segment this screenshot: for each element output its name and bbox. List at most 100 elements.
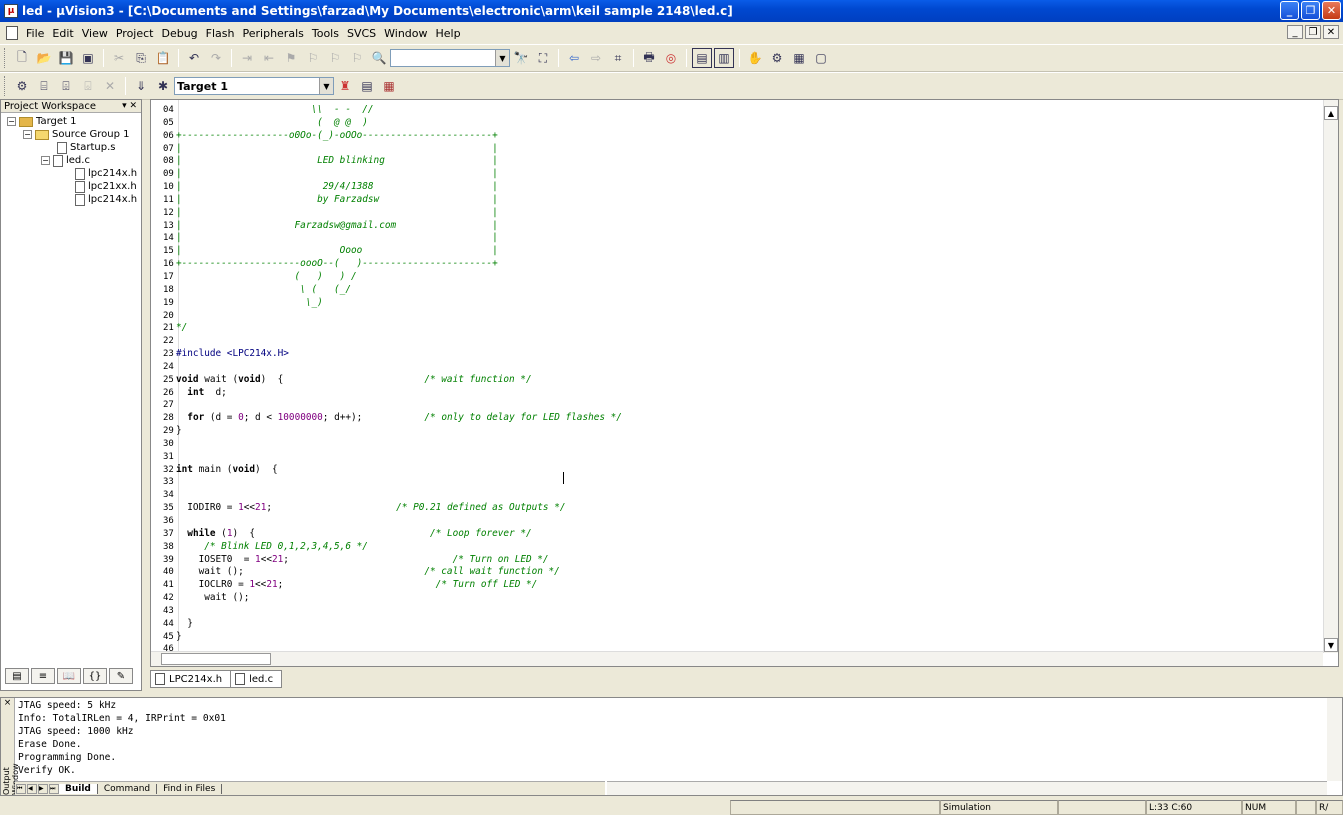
paste-icon[interactable]: 📋 (153, 48, 173, 68)
restore-button[interactable]: ❐ (1301, 1, 1320, 20)
tree-node-target[interactable]: − Target 1 (7, 115, 76, 128)
options-icon[interactable]: ✱ (153, 76, 173, 96)
tab-command[interactable]: Command (98, 783, 158, 794)
window-icon[interactable]: ▢ (811, 48, 831, 68)
tab-build[interactable]: Build (59, 783, 98, 794)
scroll-up-icon[interactable]: ▲ (1324, 106, 1338, 120)
prev-bookmark-icon[interactable]: ⚐ (303, 48, 323, 68)
next-tab-icon[interactable]: ▶ (38, 783, 48, 794)
rebuild-icon[interactable]: ⌹ (56, 76, 76, 96)
document-icon[interactable] (6, 26, 18, 40)
incremental-find-icon[interactable]: ⛶ (533, 48, 553, 68)
functions-tab-icon[interactable]: {} (83, 668, 107, 684)
templates-tab-icon[interactable]: ✎ (109, 668, 133, 684)
unindent-icon[interactable]: ⇤ (259, 48, 279, 68)
save-icon[interactable]: 💾 (56, 48, 76, 68)
workspace-toggle-icon[interactable]: ▤ (692, 48, 712, 68)
menu-view[interactable]: View (78, 27, 112, 40)
mdi-minimize-button[interactable]: _ (1287, 25, 1303, 39)
hand-icon[interactable]: ✋ (745, 48, 765, 68)
mdi-close-button[interactable]: ✕ (1323, 25, 1339, 39)
mdi-restore-button[interactable]: ❐ (1305, 25, 1321, 39)
tree-node-header[interactable]: lpc21xx.h (75, 180, 137, 193)
tree-node-header[interactable]: lpc214x.h (75, 193, 137, 206)
menu-window[interactable]: Window (380, 27, 431, 40)
tree-node-file[interactable]: Startup.s (57, 141, 116, 154)
stop-build-icon[interactable]: ✕ (100, 76, 120, 96)
find-icon[interactable]: 🔭 (511, 48, 531, 68)
output-vertical-scrollbar[interactable] (1327, 698, 1342, 781)
manage-icon[interactable]: ▦ (379, 76, 399, 96)
zoom-icon[interactable]: ◎ (661, 48, 681, 68)
menu-edit[interactable]: Edit (48, 27, 77, 40)
scroll-thumb[interactable] (161, 653, 271, 665)
output-horizontal-scrollbar[interactable] (607, 781, 1327, 795)
batch-build-icon[interactable]: ⌺ (78, 76, 98, 96)
line-text: | 29/4/1388 | (176, 181, 498, 193)
tree-node-file[interactable]: − led.c (41, 154, 90, 167)
close-icon[interactable]: ▾ ✕ (122, 101, 137, 111)
target-combo[interactable]: Target 1 ▼ (174, 77, 334, 95)
tree-node-source-group[interactable]: − Source Group 1 (23, 128, 130, 141)
bookmark-icon[interactable]: ⚑ (281, 48, 301, 68)
last-tab-icon[interactable]: ⏭ (49, 783, 59, 794)
back-icon[interactable]: ⇦ (564, 48, 584, 68)
find-combo[interactable]: ▼ (390, 49, 510, 67)
collapse-icon[interactable]: − (41, 156, 50, 165)
menu-tools[interactable]: Tools (308, 27, 343, 40)
scroll-down-icon[interactable]: ▼ (1324, 638, 1338, 652)
save-all-icon[interactable]: ▣ (78, 48, 98, 68)
next-bookmark-icon[interactable]: ⚐ (325, 48, 345, 68)
file-extensions-icon[interactable]: ▤ (357, 76, 377, 96)
line-number: 17 (163, 271, 174, 282)
cut-icon[interactable]: ✂ (109, 48, 129, 68)
vertical-scrollbar[interactable]: ▲ ▼ (1323, 100, 1338, 653)
chevron-down-icon[interactable]: ▼ (495, 50, 509, 66)
forward-icon[interactable]: ⇨ (586, 48, 606, 68)
find-in-files-icon[interactable]: 🔍 (369, 48, 389, 68)
print-icon[interactable]: 🖶 (639, 48, 659, 68)
regs-tab-icon[interactable]: ≡ (31, 668, 55, 684)
open-icon[interactable]: 📂 (34, 48, 54, 68)
tab-lpc214x-h[interactable]: LPC214x.h (150, 670, 232, 688)
redo-icon[interactable]: ↷ (206, 48, 226, 68)
output-toggle-icon[interactable]: ▥ (714, 48, 734, 68)
first-tab-icon[interactable]: ⏮ (16, 783, 26, 794)
chevron-down-icon[interactable]: ▼ (319, 78, 333, 94)
menu-svcs[interactable]: SVCS (343, 27, 380, 40)
menu-file[interactable]: File (22, 27, 48, 40)
files-tab-icon[interactable]: ▤ (5, 668, 29, 684)
uvision-icon[interactable]: µ (4, 4, 18, 18)
code-editor[interactable]: 04 \\ - - //05 ( @ @ ) 06 +---------------… (150, 99, 1339, 667)
toolbar-grip[interactable] (4, 48, 7, 68)
new-file-icon[interactable]: 🗋 (12, 48, 32, 68)
indent-icon[interactable]: ⇥ (237, 48, 257, 68)
clear-bookmarks-icon[interactable]: ⚐ (347, 48, 367, 68)
menu-flash[interactable]: Flash (202, 27, 239, 40)
build-icon[interactable]: ⌸ (34, 76, 54, 96)
horizontal-scrollbar[interactable] (151, 651, 1323, 666)
tab-led-c[interactable]: led.c (231, 670, 283, 688)
menu-debug[interactable]: Debug (157, 27, 201, 40)
close-icon[interactable]: × (1, 698, 14, 708)
books-tab-icon[interactable]: 📖 (57, 668, 81, 684)
copy-icon[interactable]: ⎘ (131, 48, 151, 68)
debug-session-icon[interactable]: ⌗ (608, 48, 628, 68)
undo-icon[interactable]: ↶ (184, 48, 204, 68)
components-icon[interactable]: ♜ (335, 76, 355, 96)
prev-tab-icon[interactable]: ◀ (27, 783, 37, 794)
menu-project[interactable]: Project (112, 27, 158, 40)
source-browser-icon[interactable]: ▦ (789, 48, 809, 68)
tab-find-in-files[interactable]: Find in Files (157, 783, 223, 794)
config-icon[interactable]: ⚙ (767, 48, 787, 68)
close-button[interactable]: ✕ (1322, 1, 1341, 20)
download-icon[interactable]: ⇓ (131, 76, 151, 96)
toolbar-grip[interactable] (4, 76, 7, 96)
collapse-icon[interactable]: − (23, 130, 32, 139)
minimize-button[interactable]: _ (1280, 1, 1299, 20)
tree-node-header[interactable]: lpc214x.h (75, 167, 137, 180)
menu-help[interactable]: Help (432, 27, 465, 40)
menu-peripherals[interactable]: Peripherals (239, 27, 308, 40)
translate-icon[interactable]: ⚙ (12, 76, 32, 96)
collapse-icon[interactable]: − (7, 117, 16, 126)
